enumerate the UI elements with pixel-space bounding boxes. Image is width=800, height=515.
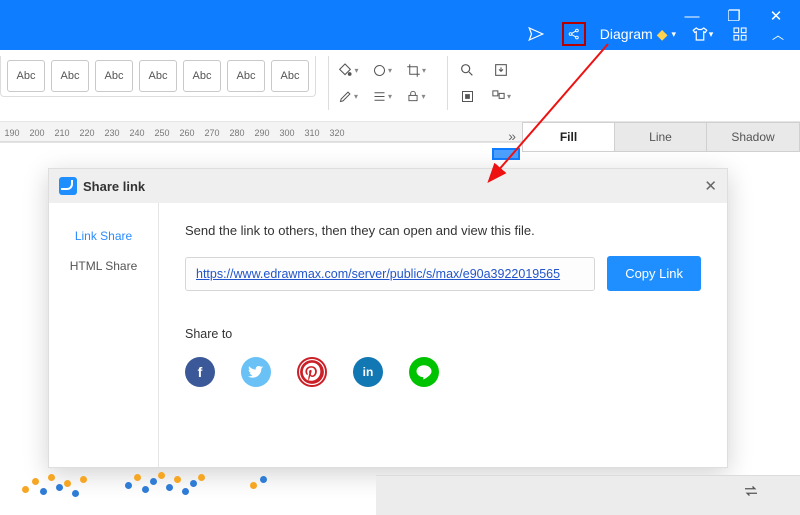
diagram-label-text: Diagram: [600, 26, 653, 42]
window-controls: — ❐ ✕: [680, 4, 788, 28]
send-icon[interactable]: [524, 22, 548, 46]
ruler-tick: 240: [129, 128, 144, 138]
ruler-tick: 270: [204, 128, 219, 138]
facebook-icon[interactable]: f: [185, 357, 215, 387]
ruler-tick: 190: [4, 128, 19, 138]
dialog-sidebar: Link Share HTML Share: [49, 203, 159, 467]
style-swatch-group: Abc Abc Abc Abc Abc Abc Abc: [0, 56, 316, 97]
ruler-tick: 280: [229, 128, 244, 138]
style-swatch[interactable]: Abc: [7, 60, 45, 92]
right-panel-tabs: Fill Line Shadow: [522, 122, 800, 152]
pinterest-icon[interactable]: [297, 357, 327, 387]
diagram-menu[interactable]: Diagram ◆ ▾: [600, 26, 676, 43]
maximize-icon[interactable]: ❐: [722, 4, 746, 28]
ruler-tick: 260: [179, 128, 194, 138]
dialog-title: Share link: [59, 177, 145, 195]
line-icon[interactable]: [409, 357, 439, 387]
import-tool[interactable]: [490, 60, 512, 80]
ruler-tick: 320: [329, 128, 344, 138]
tab-line[interactable]: Line: [615, 123, 707, 151]
crop-tool[interactable]: ▾: [405, 60, 427, 80]
ruler-tick: 250: [154, 128, 169, 138]
style-swatch[interactable]: Abc: [227, 60, 265, 92]
dialog-title-text: Share link: [83, 179, 145, 194]
tab-fill[interactable]: Fill: [523, 123, 615, 151]
tool-section-find: ▾: [447, 56, 520, 110]
minimize-icon[interactable]: —: [680, 4, 704, 28]
tool-section-shape: ▾ ▾ ▾ ▾ ▾ ▾: [328, 56, 435, 110]
ruler-tick: 220: [79, 128, 94, 138]
dialog-header: Share link ✕: [49, 169, 727, 203]
style-swatch[interactable]: Abc: [95, 60, 133, 92]
select-tool[interactable]: [456, 86, 478, 106]
selection-handle[interactable]: [492, 148, 520, 160]
ruler-tick: 210: [54, 128, 69, 138]
dialog-close-button[interactable]: ✕: [704, 177, 717, 195]
lock-tool[interactable]: ▾: [405, 86, 427, 106]
chart-preview: [10, 468, 390, 514]
close-window-icon[interactable]: ✕: [764, 4, 788, 28]
ruler-tick: 310: [304, 128, 319, 138]
style-swatch[interactable]: Abc: [139, 60, 177, 92]
ruler-tick: 290: [254, 128, 269, 138]
link-row: https://www.edrawmax.com/server/public/s…: [185, 256, 701, 291]
collapse-panel-icon[interactable]: »: [502, 124, 522, 148]
style-swatch[interactable]: Abc: [183, 60, 221, 92]
ruler-tick: 300: [279, 128, 294, 138]
app-logo-icon: [59, 177, 77, 195]
search-tool[interactable]: [456, 60, 478, 80]
swap-icon[interactable]: [742, 482, 760, 505]
copy-link-button[interactable]: Copy Link: [607, 256, 701, 291]
arrange-tool[interactable]: ▾: [490, 86, 512, 106]
tab-shadow[interactable]: Shadow: [707, 123, 799, 151]
style-swatch[interactable]: Abc: [51, 60, 89, 92]
title-bar: — ❐ ✕ Diagram ◆ ▾ ▾ ︿: [0, 0, 800, 50]
dialog-body: Link Share HTML Share Send the link to o…: [49, 203, 727, 467]
linkedin-icon[interactable]: in: [353, 357, 383, 387]
gem-icon: ◆: [657, 26, 668, 43]
share-to-section: Share to f in: [185, 327, 701, 387]
fill-tool[interactable]: ▾: [337, 60, 359, 80]
social-row: f in: [185, 357, 701, 387]
bottom-strip: [376, 475, 800, 515]
ruler-tick: 230: [104, 128, 119, 138]
twitter-icon[interactable]: [241, 357, 271, 387]
chevron-down-icon: ▾: [671, 29, 676, 40]
pen-tool[interactable]: ▾: [337, 86, 359, 106]
dialog-main: Send the link to others, then they can o…: [159, 203, 727, 467]
share-to-label: Share to: [185, 327, 701, 341]
shape-tool[interactable]: ▾: [371, 60, 393, 80]
line-style-tool[interactable]: ▾: [371, 86, 393, 106]
share-icon[interactable]: [562, 22, 586, 46]
sidebar-item-html-share[interactable]: HTML Share: [49, 251, 158, 281]
share-link-dialog: Share link ✕ Link Share HTML Share Send …: [48, 168, 728, 468]
toolbar: Abc Abc Abc Abc Abc Abc Abc ▾ ▾ ▾ ▾ ▾ ▾ …: [0, 50, 800, 122]
instruction-text: Send the link to others, then they can o…: [185, 223, 701, 238]
sidebar-item-link-share[interactable]: Link Share: [49, 221, 158, 251]
ruler-tick: 200: [29, 128, 44, 138]
share-url-field[interactable]: https://www.edrawmax.com/server/public/s…: [185, 257, 595, 291]
style-swatch[interactable]: Abc: [271, 60, 309, 92]
